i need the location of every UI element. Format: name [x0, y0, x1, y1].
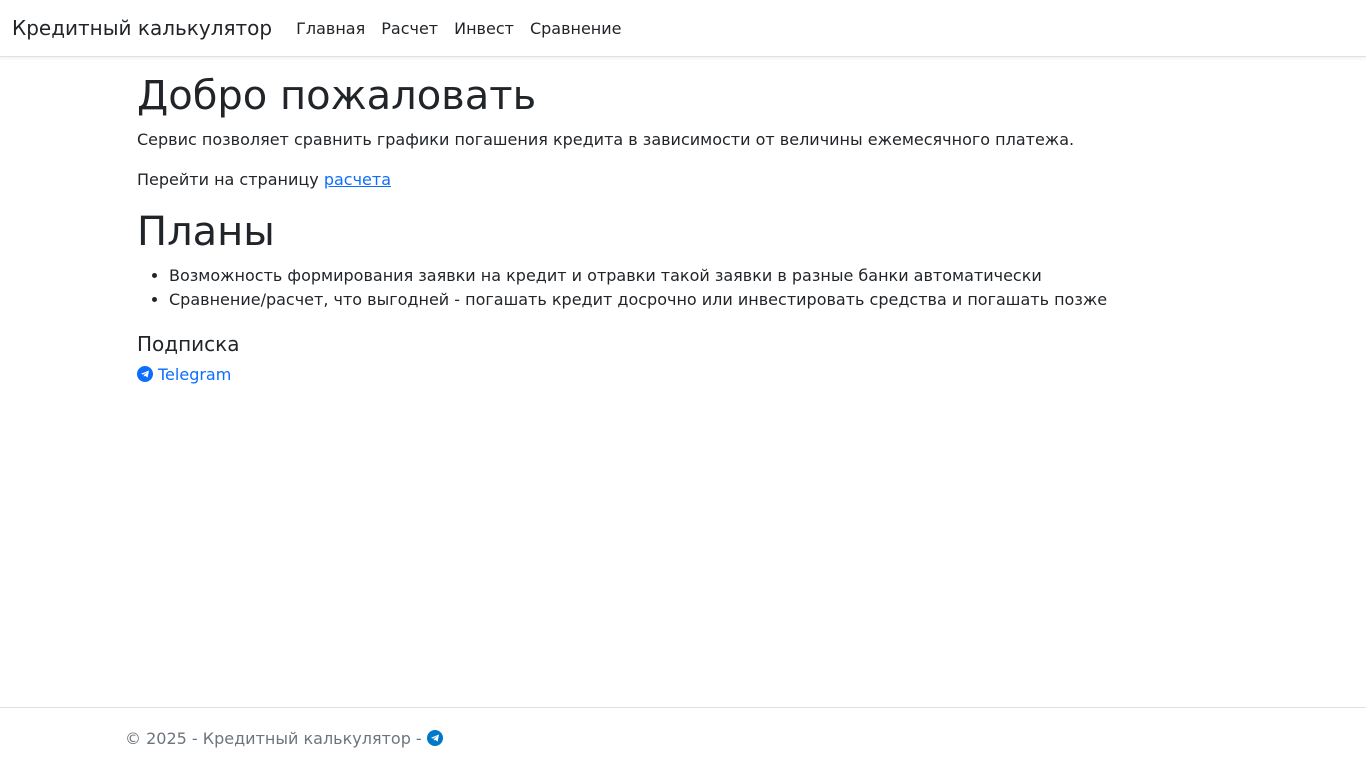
nav-item-home[interactable]: Главная [288, 11, 373, 46]
footer: © 2025 - Кредитный калькулятор - [0, 707, 1366, 768]
footer-copyright: © 2025 - Кредитный калькулятор - [125, 728, 422, 748]
nav-item-invest[interactable]: Инвест [446, 11, 522, 46]
plans-list: Возможность формирования заявки на креди… [137, 264, 1237, 312]
service-description: Сервис позволяет сравнить графики погаше… [137, 130, 1075, 149]
list-item: Возможность формирования заявки на креди… [169, 264, 1237, 288]
telegram-link-label: Telegram [158, 364, 232, 384]
telegram-link[interactable]: Telegram [137, 365, 231, 384]
nav-item-comparison[interactable]: Сравнение [522, 11, 630, 46]
main-content: Добро пожаловать Сервис позволяет сравни… [137, 72, 1237, 384]
page-title: Добро пожаловать [137, 73, 537, 119]
subscription-heading: Подписка [137, 332, 240, 356]
telegram-icon[interactable] [426, 730, 443, 746]
navbar-brand[interactable]: Кредитный калькулятор [12, 16, 272, 40]
top-navbar: Кредитный калькулятор Главная Расчет Инв… [0, 0, 1366, 57]
plans-heading: Планы [137, 209, 275, 255]
calculation-link[interactable]: расчета [324, 170, 391, 189]
nav-menu: Главная Расчет Инвест Сравнение [288, 11, 629, 46]
nav-item-calculation[interactable]: Расчет [373, 11, 446, 46]
telegram-icon [137, 366, 153, 382]
goto-paragraph: Перейти на страницу расчета [137, 168, 1237, 192]
goto-prefix: Перейти на страницу [137, 170, 324, 189]
list-item: Сравнение/расчет, что выгодней - погашат… [169, 288, 1237, 312]
